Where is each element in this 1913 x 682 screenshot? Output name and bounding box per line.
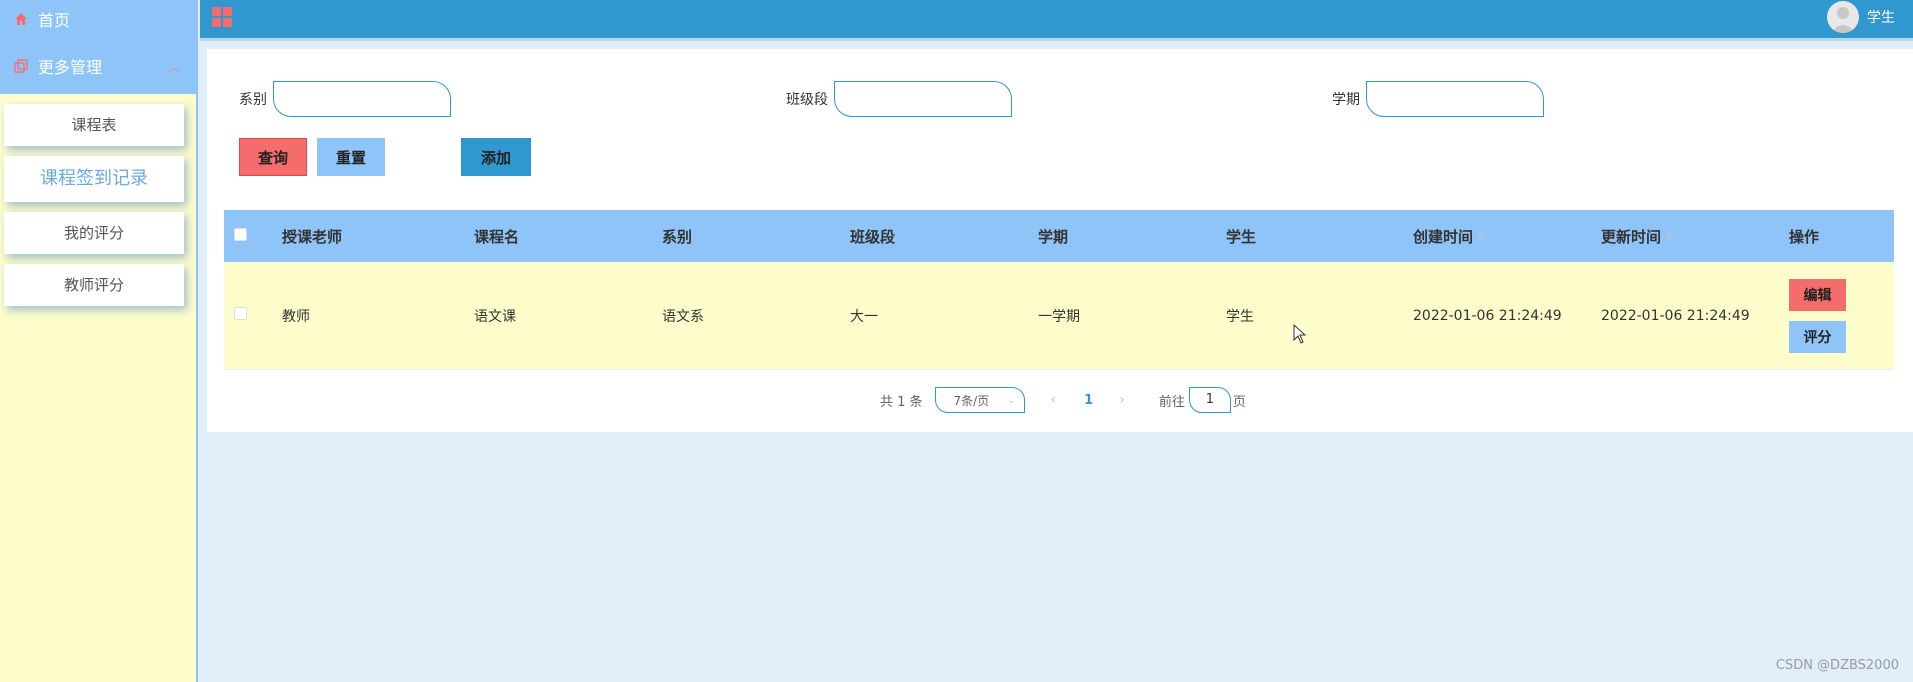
sidebar-item-home[interactable]: 首页 [0,0,198,38]
chevron-up-icon: ︿ [167,59,180,74]
sidebar: 首页 更多管理 ︿ 课程表 课程签到记录 我的评分 教师评分 [0,0,198,682]
row-select-cell [224,307,282,324]
prev-page-icon[interactable]: ‹ [1051,392,1057,408]
cell-term: 一学期 [1038,308,1080,325]
rate-button[interactable]: 评分 [1789,320,1846,353]
sort-icon[interactable]: ⇅ [1477,232,1485,242]
reset-button[interactable]: 重置 [317,138,385,176]
sidebar-item-schedule[interactable]: 课程表 [4,104,184,146]
copy-icon [14,58,30,74]
grade-input[interactable] [834,81,1012,117]
goto-suffix: 页 [1232,394,1246,410]
header-dept: 系别 [662,227,693,246]
sidebar-item-label: 首页 [38,11,71,30]
main-panel: 系别 班级段 学期 查询 重置 添加 授课老师 课程名 系别 班级段 学期 学生… [207,49,1913,432]
avatar [1827,0,1859,33]
add-button[interactable]: 添加 [461,138,531,176]
user-name: 学生 [1867,9,1895,26]
top-bar: 学生 [200,0,1913,41]
header-teacher: 授课老师 [282,227,343,246]
term-input[interactable] [1366,81,1544,117]
next-page-icon[interactable]: › [1119,392,1125,408]
page-size-select[interactable]: 7条/页 ⌄ [934,387,1025,413]
header-updated-label: 更新时间 [1601,227,1662,246]
dept-input[interactable] [273,81,451,117]
cell-actions: 编辑 评分 [1789,278,1894,353]
filter-row: 系别 班级段 学期 [207,81,1913,117]
cell-student: 学生 [1226,308,1254,325]
header-actions: 操作 [1789,227,1820,246]
table-header: 授课老师 课程名 系别 班级段 学期 学生 创建时间 ⇅ 更新时间 ⇅ 操作 [224,210,1894,262]
cell-grade: 大一 [850,308,878,325]
mouse-cursor-icon [1293,323,1307,348]
total-count: 共 1 条 [880,394,923,410]
row-checkbox[interactable] [234,307,247,320]
filter-dept-label: 系别 [239,92,267,108]
filter-dept: 系别 [239,81,451,117]
cell-dept: 语文系 [662,308,704,325]
select-all-cell [224,227,282,245]
page-number[interactable]: 1 [1084,393,1093,408]
pagination: 共 1 条 7条/页 ⌄ ‹ 1 › 前往 1 页 [880,387,1246,413]
user-menu[interactable]: 学生 [1827,0,1895,33]
sort-icon[interactable]: ⇅ [1665,232,1673,242]
goto-prefix: 前往 [1158,394,1185,410]
watermark: CSDN @DZBS2000 [1775,658,1899,673]
table-row: 教师 语文课 语文系 大一 一学期 学生 2022-01-06 21:24:49… [224,262,1894,370]
header-term: 学期 [1038,227,1069,246]
chevron-down-icon: ⌄ [1007,394,1016,406]
header-course: 课程名 [474,227,520,246]
goto-page-input[interactable]: 1 [1188,387,1231,413]
sidebar-header: 首页 更多管理 ︿ [0,0,198,94]
header-created[interactable]: 创建时间 ⇅ [1413,226,1601,247]
cell-updated: 2022-01-06 21:24:49 [1601,307,1750,324]
sidebar-item-teacher-rating[interactable]: 教师评分 [4,264,184,306]
sidebar-item-label: 更多管理 [38,58,103,77]
sidebar-item-checkin[interactable]: 课程签到记录 [4,156,184,202]
filter-grade: 班级段 [786,81,1012,117]
query-button[interactable]: 查询 [239,138,307,176]
header-created-label: 创建时间 [1413,227,1474,246]
cell-created: 2022-01-06 21:24:49 [1413,307,1562,324]
edit-button[interactable]: 编辑 [1789,278,1846,311]
home-icon [14,11,30,27]
data-table: 授课老师 课程名 系别 班级段 学期 学生 创建时间 ⇅ 更新时间 ⇅ 操作 教师 … [224,210,1894,370]
filter-term: 学期 [1332,81,1544,117]
header-updated[interactable]: 更新时间 ⇅ [1601,226,1789,247]
cell-teacher: 教师 [282,308,310,325]
header-grade: 班级段 [850,227,896,246]
sidebar-item-more[interactable]: 更多管理 ︿ [0,38,198,94]
grid-menu-icon[interactable] [212,7,232,27]
filter-grade-label: 班级段 [786,92,828,108]
page-size-value: 7条/页 [953,393,990,408]
select-all-checkbox[interactable] [234,228,247,241]
sidebar-item-my-rating[interactable]: 我的评分 [4,212,184,254]
filter-term-label: 学期 [1332,92,1360,108]
cell-course: 语文课 [474,308,516,325]
header-student: 学生 [1226,227,1257,246]
